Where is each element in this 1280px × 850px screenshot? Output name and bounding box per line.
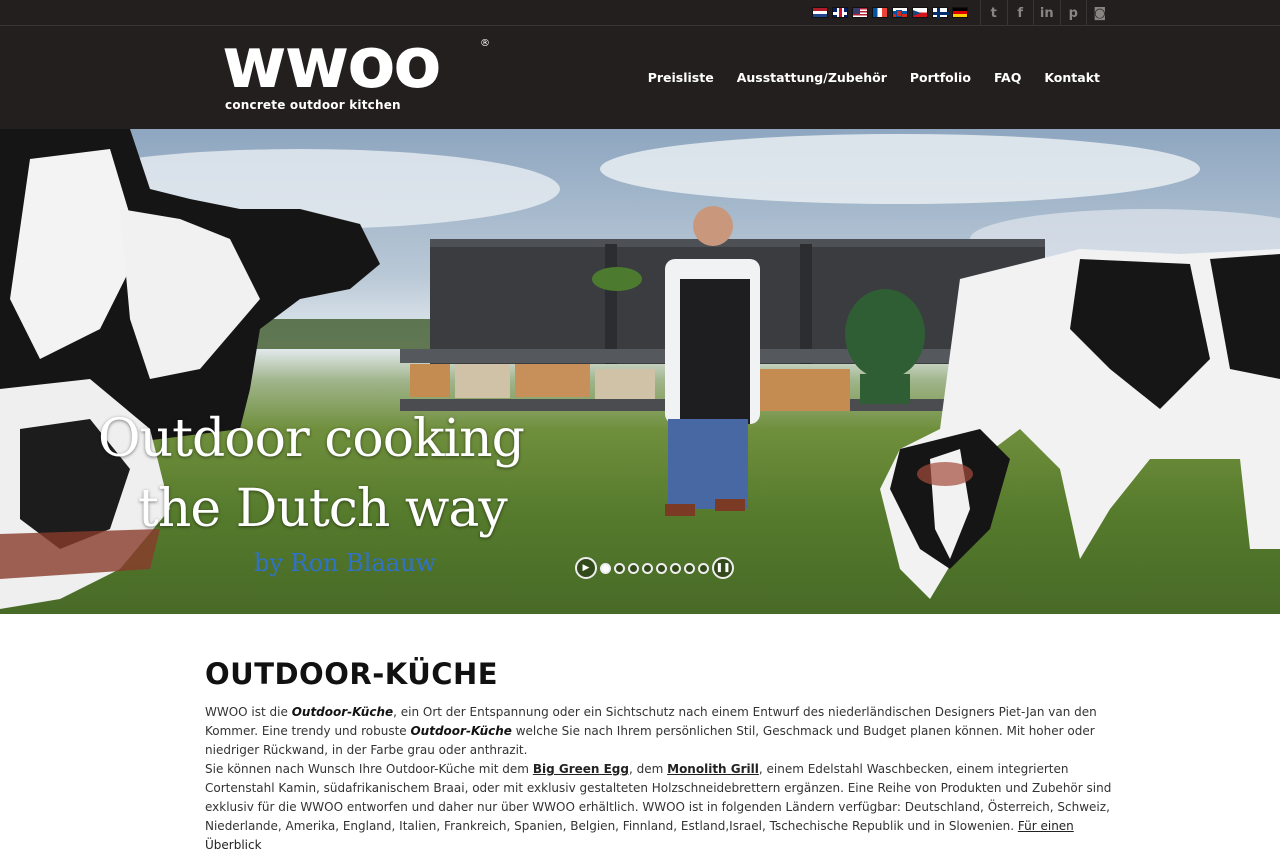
big-green-egg-link[interactable]: Big Green Egg	[533, 762, 629, 776]
hero-headline-line2: the Dutch way	[138, 479, 508, 539]
flag-fr-icon[interactable]	[872, 7, 888, 18]
pause-icon[interactable]: ❚❚	[712, 557, 734, 579]
logo-wordmark: wwoo	[222, 22, 442, 104]
logo-tagline: concrete outdoor kitchen	[225, 98, 401, 112]
intro-paragraph: WWOO ist die Outdoor-Küche, ein Ort der …	[205, 703, 1115, 760]
hero-slider: Outdoor cooking the Dutch way by Ron Bla…	[0, 129, 1280, 614]
nav-preisliste[interactable]: Preisliste	[648, 70, 714, 85]
slide-dot[interactable]	[656, 562, 667, 574]
emphasis-text: Outdoor-Küche	[410, 724, 512, 738]
social-links: t f in p ◙	[980, 0, 1113, 26]
registered-mark: ®	[480, 38, 490, 49]
slide-dot[interactable]	[628, 562, 639, 574]
hero-headline-line1: Outdoor cooking	[98, 409, 525, 469]
flag-nl-icon[interactable]	[812, 7, 828, 18]
slide-dot[interactable]	[642, 562, 653, 574]
flag-cz-icon[interactable]	[912, 7, 928, 18]
nav-ausstattung[interactable]: Ausstattung/Zubehör	[737, 70, 887, 85]
site-header: wwoo ® concrete outdoor kitchen Preislis…	[0, 26, 1280, 129]
pinterest-icon[interactable]: p	[1059, 0, 1087, 26]
nav-faq[interactable]: FAQ	[994, 70, 1021, 85]
slider-controls: ▶ ❚❚	[575, 557, 734, 579]
flag-us-icon[interactable]	[852, 7, 868, 18]
facebook-icon[interactable]: f	[1006, 0, 1034, 26]
instagram-icon[interactable]: ◙	[1086, 0, 1113, 26]
linkedin-icon[interactable]: in	[1033, 0, 1060, 26]
slide-dot[interactable]	[614, 562, 625, 574]
hero-image	[0, 129, 1280, 609]
flag-gb-icon[interactable]	[832, 7, 848, 18]
play-icon[interactable]: ▶	[575, 557, 597, 579]
slide-dot[interactable]	[698, 562, 709, 574]
hero-byline: by Ron Blaauw	[254, 549, 437, 577]
logo[interactable]: wwoo ® concrete outdoor kitchen	[222, 28, 494, 118]
details-paragraph: Sie können nach Wunsch Ihre Outdoor-Küch…	[205, 760, 1115, 850]
slide-dot[interactable]	[600, 562, 611, 574]
top-bar: t f in p ◙	[0, 0, 1280, 26]
language-flags	[812, 7, 968, 19]
main-content: OUTDOOR-KÜCHE WWOO ist die Outdoor-Küche…	[205, 657, 1115, 850]
flag-fi-icon[interactable]	[932, 7, 949, 19]
text-span: Sie können nach Wunsch Ihre Outdoor-Küch…	[205, 762, 533, 776]
slide-dot[interactable]	[684, 562, 695, 574]
monolith-grill-link[interactable]: Monolith Grill	[667, 762, 759, 776]
nav-portfolio[interactable]: Portfolio	[910, 70, 971, 85]
flag-de-icon[interactable]	[952, 7, 968, 18]
flag-si-icon[interactable]	[892, 7, 908, 18]
page-title: OUTDOOR-KÜCHE	[205, 657, 499, 691]
twitter-icon[interactable]: t	[980, 0, 1007, 26]
text-span: , dem	[628, 762, 668, 776]
nav-kontakt[interactable]: Kontakt	[1044, 70, 1100, 85]
emphasis-text: Outdoor-Küche	[291, 705, 394, 719]
slide-dot[interactable]	[670, 562, 681, 574]
text-span: WWOO ist die	[205, 705, 292, 719]
main-nav: Preisliste Ausstattung/Zubehör Portfolio…	[648, 70, 1100, 85]
